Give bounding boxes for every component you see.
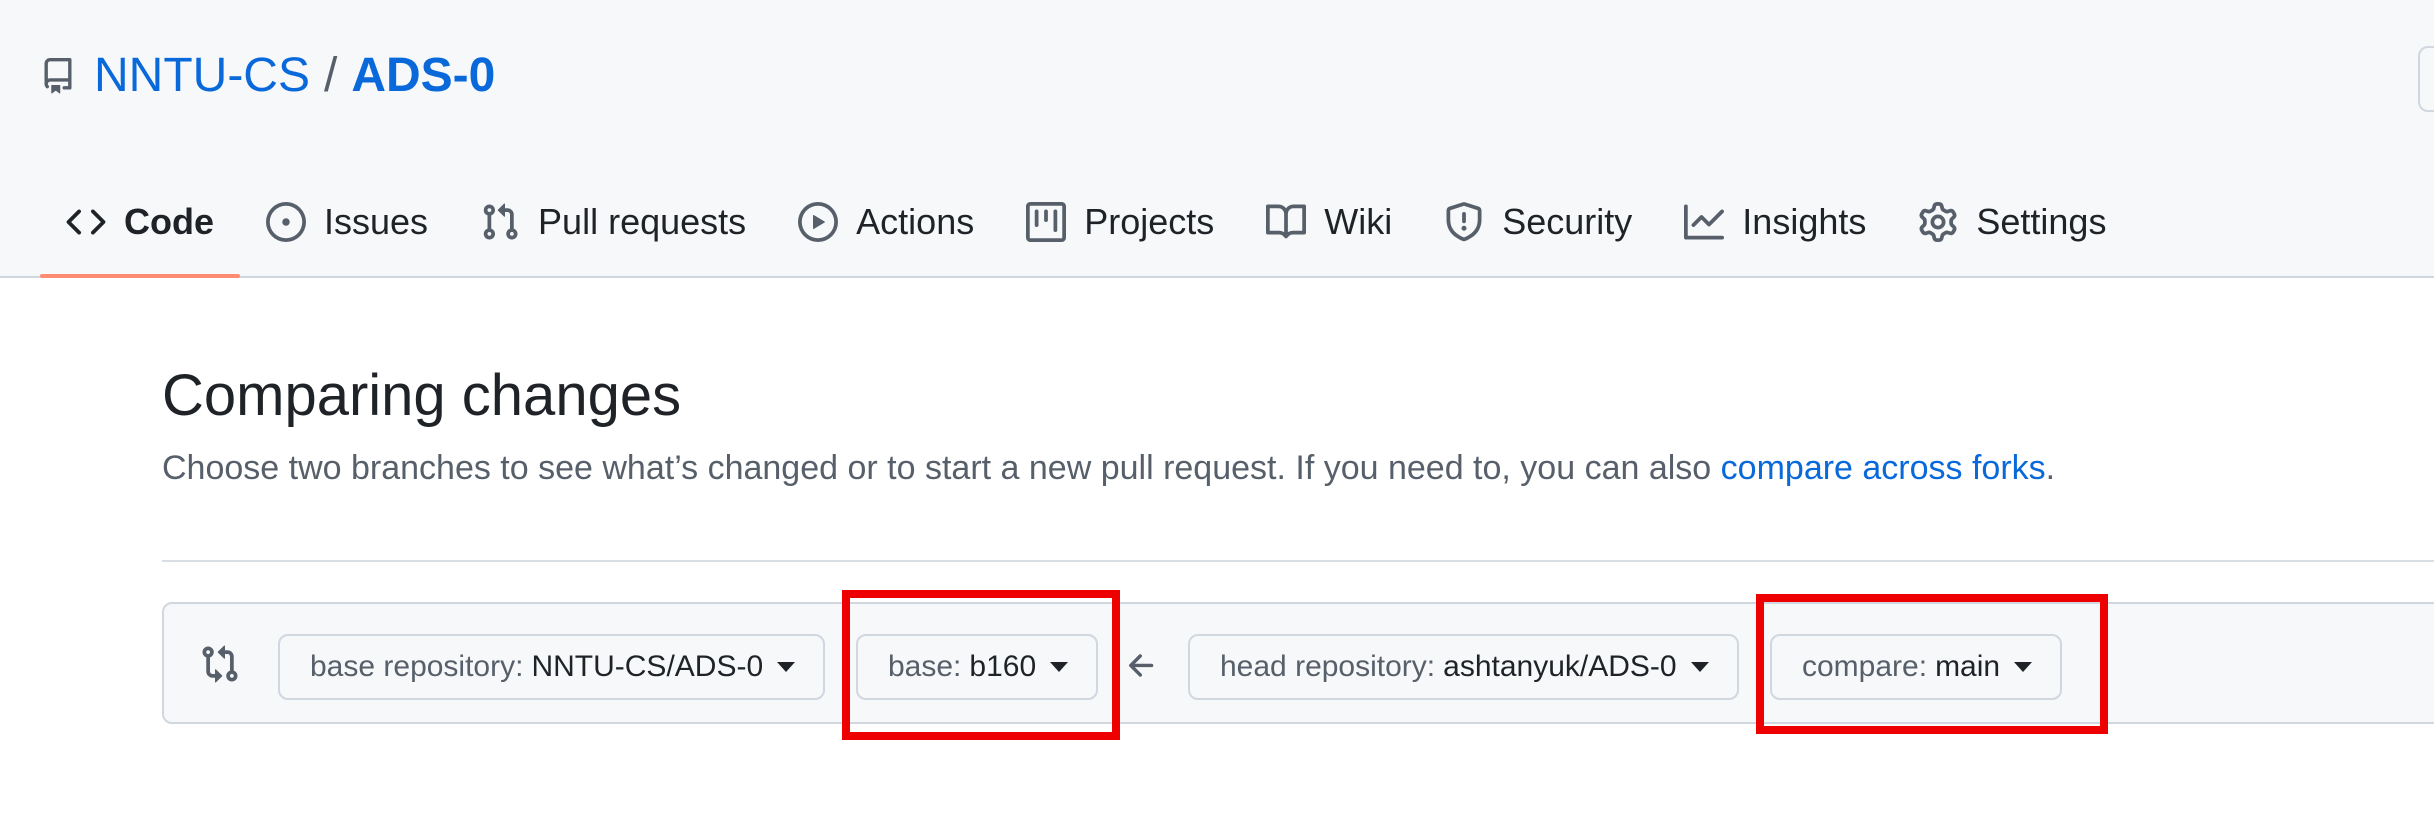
base-repository-value: NNTU-CS/ADS-0	[531, 650, 764, 683]
tab-issues-label: Issues	[324, 201, 429, 242]
tab-insights-label: Insights	[1742, 201, 1867, 242]
project-icon	[1026, 202, 1067, 242]
header-action-button[interactable]	[2418, 46, 2434, 112]
git-compare-icon	[202, 645, 238, 683]
compare-across-forks-link[interactable]: compare across forks	[1721, 449, 2046, 487]
repo-icon	[44, 58, 72, 94]
tab-pull-requests[interactable]: Pull requests	[454, 168, 772, 276]
gear-icon	[1919, 202, 1957, 242]
highlight-box-compare	[1756, 594, 2108, 734]
tab-settings-label: Settings	[1976, 201, 2107, 242]
tab-issues[interactable]: Issues	[240, 168, 454, 276]
head-repository-label: head repository:	[1220, 650, 1436, 683]
tab-wiki-label: Wiki	[1324, 201, 1393, 242]
repo-owner-link[interactable]: NNTU-CS	[94, 46, 310, 106]
head-repository-select[interactable]: head repository: ashtanyuk/ADS-0	[1188, 634, 1739, 700]
tab-projects[interactable]: Projects	[1000, 168, 1240, 276]
base-repository-label: base repository:	[310, 650, 524, 683]
compare-description: Choose two branches to see what’s change…	[162, 446, 2434, 490]
tab-actions[interactable]: Actions	[772, 168, 1000, 276]
tab-pull-requests-label: Pull requests	[538, 201, 747, 242]
section-divider	[162, 560, 2434, 562]
code-icon	[66, 209, 106, 235]
repo-nav-tabs: Code Issues Pull requests Actions Projec…	[40, 168, 2132, 278]
tab-code[interactable]: Code	[40, 168, 240, 278]
description-period: .	[2045, 449, 2056, 487]
tab-settings[interactable]: Settings	[1892, 168, 2132, 276]
tab-wiki[interactable]: Wiki	[1240, 168, 1418, 276]
repo-title: NNTU-CS / ADS-0	[40, 46, 495, 106]
tab-actions-label: Actions	[856, 201, 975, 242]
compare-description-text: Choose two branches to see what’s change…	[162, 449, 1712, 487]
arrow-left-icon	[1129, 654, 1154, 677]
highlight-box-base	[842, 590, 1120, 740]
git-pull-request-icon	[483, 203, 518, 240]
shield-icon	[1446, 202, 1482, 242]
repo-header: NNTU-CS / ADS-0 Code Issues Pull request…	[0, 0, 2434, 278]
compare-section: Comparing changes Choose two branches to…	[162, 360, 2434, 490]
book-icon	[1266, 204, 1307, 239]
issue-opened-icon	[266, 202, 306, 242]
tab-security-label: Security	[1502, 201, 1633, 242]
chevron-down-icon	[1690, 662, 1709, 672]
page-title: Comparing changes	[162, 363, 682, 428]
repo-name-link[interactable]: ADS-0	[351, 46, 495, 106]
tab-security[interactable]: Security	[1418, 168, 1658, 276]
tab-insights[interactable]: Insights	[1658, 168, 1892, 276]
head-repository-value: ashtanyuk/ADS-0	[1443, 650, 1677, 683]
graph-icon	[1684, 204, 1725, 240]
repo-path-separator: /	[323, 49, 338, 102]
base-repository-select[interactable]: base repository: NNTU-CS/ADS-0	[278, 634, 826, 700]
tab-code-label: Code	[124, 201, 214, 242]
play-icon	[798, 202, 839, 242]
chevron-down-icon	[777, 662, 796, 672]
tab-projects-label: Projects	[1084, 201, 1215, 242]
